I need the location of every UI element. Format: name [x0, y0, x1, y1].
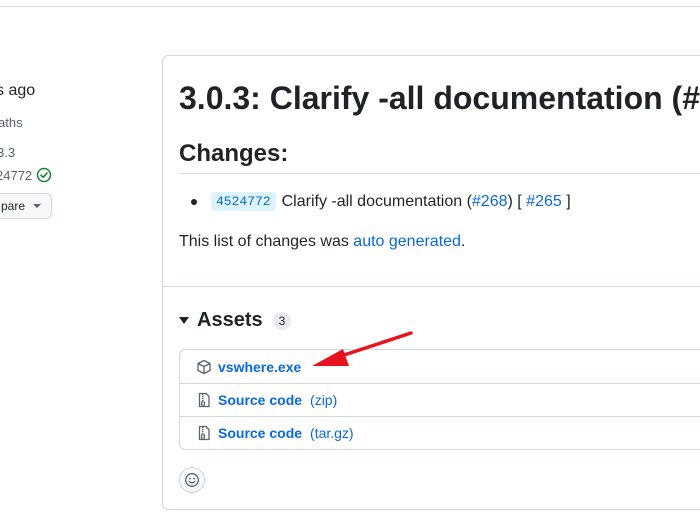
pr-link[interactable]: #268	[472, 193, 508, 211]
asset-name[interactable]: Source code	[218, 392, 302, 408]
release-time: s ago	[0, 82, 36, 99]
release-author[interactable]: aths	[0, 115, 23, 130]
commit-sha-link[interactable]: 4524772	[211, 192, 276, 211]
compare-label: pare	[0, 199, 25, 213]
compare-button[interactable]: pare	[0, 193, 52, 219]
commit-sha[interactable]: 24772	[0, 168, 32, 183]
asset-row[interactable]: Source code (tar.gz)	[180, 416, 700, 449]
smiley-icon	[185, 473, 199, 487]
change-middle: ) [	[507, 192, 522, 210]
release-commit[interactable]: 24772	[0, 167, 52, 183]
auto-generated-link[interactable]: auto generated	[353, 233, 461, 250]
chevron-down-icon	[33, 204, 41, 208]
file-zip-icon	[198, 392, 210, 408]
change-end: ]	[566, 192, 571, 210]
file-zip-icon	[198, 425, 210, 441]
add-reaction-button[interactable]	[179, 467, 205, 493]
note-suffix: .	[460, 233, 466, 250]
release-tag[interactable]: 3.3	[0, 145, 15, 160]
release-title[interactable]: 3.0.3: Clarify -all documentation (#2	[179, 80, 700, 117]
asset-ext[interactable]: (tar.gz)	[310, 425, 354, 441]
asset-ext[interactable]: (zip)	[310, 392, 337, 408]
assets-title: Assets	[197, 309, 263, 331]
asset-name[interactable]: Source code	[218, 425, 302, 441]
changes-heading: Changes:	[179, 140, 289, 167]
asset-list: vswhere.exe Source code (zip) Source cod…	[179, 349, 700, 450]
bullet-icon	[191, 198, 197, 205]
assets-count-badge: 3	[272, 311, 292, 330]
top-divider	[0, 6, 700, 7]
note-prefix: This list of changes was	[179, 233, 354, 250]
change-text: Clarify -all documentation (	[281, 192, 472, 210]
assets-toggle[interactable]: Assets 3	[179, 309, 292, 332]
triangle-down-icon	[179, 317, 189, 324]
verified-check-icon[interactable]	[36, 167, 52, 183]
changes-note: This list of changes was auto generated.	[179, 233, 465, 251]
asset-name[interactable]: vswhere.exe	[218, 359, 301, 375]
asset-row[interactable]: Source code (zip)	[180, 383, 700, 416]
asset-row[interactable]: vswhere.exe	[180, 350, 700, 383]
package-icon	[197, 359, 211, 374]
issue-link[interactable]: #265	[526, 193, 562, 211]
section-divider	[163, 286, 700, 287]
heading-divider	[179, 173, 700, 174]
change-list-item: 4524772 Clarify -all documentation ( #26…	[191, 192, 571, 211]
